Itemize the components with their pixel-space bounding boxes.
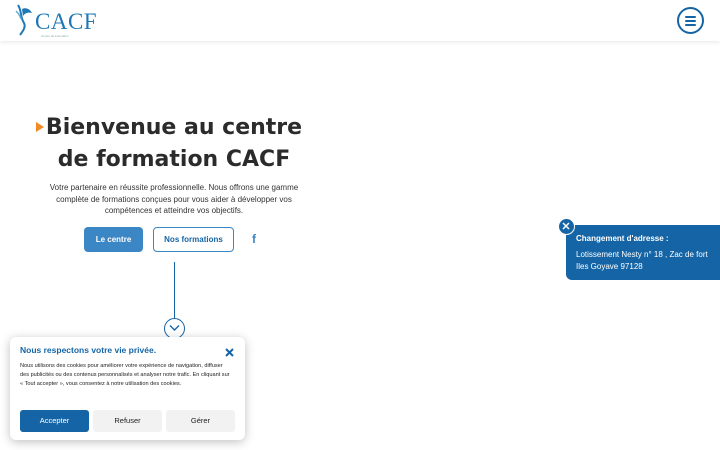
cookie-banner-text: Nous utilisons des cookies pour améliore… <box>20 363 230 388</box>
logo[interactable]: CACF Centre de Formation <box>14 3 97 39</box>
scroll-down-button[interactable] <box>164 318 185 339</box>
menu-bar <box>685 24 696 26</box>
facebook-icon[interactable]: f <box>249 232 259 246</box>
logo-subtitle: Centre de Formation <box>41 34 69 38</box>
close-icon <box>225 348 234 357</box>
address-popup-text: Lotissement Nesty n° 18 , Zac de fort Il… <box>576 250 708 271</box>
address-change-popup: Changement d'adresse : Lotissement Nesty… <box>566 225 720 280</box>
manage-cookies-button[interactable]: Gérer <box>166 410 235 432</box>
bird-logo-icon <box>15 4 32 36</box>
hero-title-line1: Bienvenue au centre <box>45 115 303 140</box>
chevron-down-icon <box>169 325 180 331</box>
menu-bar <box>685 20 696 22</box>
address-popup-title: Changement d'adresse : <box>576 234 669 243</box>
hero-title-line2: de formation CACF <box>57 147 291 172</box>
address-popup-close-button[interactable] <box>558 218 575 235</box>
cookie-close-button[interactable] <box>224 345 235 357</box>
close-icon <box>562 222 570 230</box>
page: CACF Centre de Formation Bienvenue au ce… <box>0 0 720 450</box>
logo-text: CACF <box>35 9 98 34</box>
refuse-cookies-button[interactable]: Refuser <box>93 410 162 432</box>
menu-bar <box>685 16 696 18</box>
cookie-consent-banner: Nous respectons votre vie privée. Nous u… <box>10 337 245 440</box>
hero-description: Votre partenaire en réussite professionn… <box>49 183 299 215</box>
cookie-banner-title: Nous respectons votre vie privée. <box>20 345 157 355</box>
hero-title: Bienvenue au centre de formation CACF <box>40 112 308 176</box>
accept-cookies-button[interactable]: Accepter <box>20 410 89 432</box>
hamburger-menu-icon[interactable] <box>677 7 704 34</box>
le-centre-button[interactable]: Le centre <box>84 227 143 252</box>
nos-formations-button[interactable]: Nos formations <box>153 227 234 252</box>
site-header: CACF Centre de Formation <box>0 0 720 41</box>
